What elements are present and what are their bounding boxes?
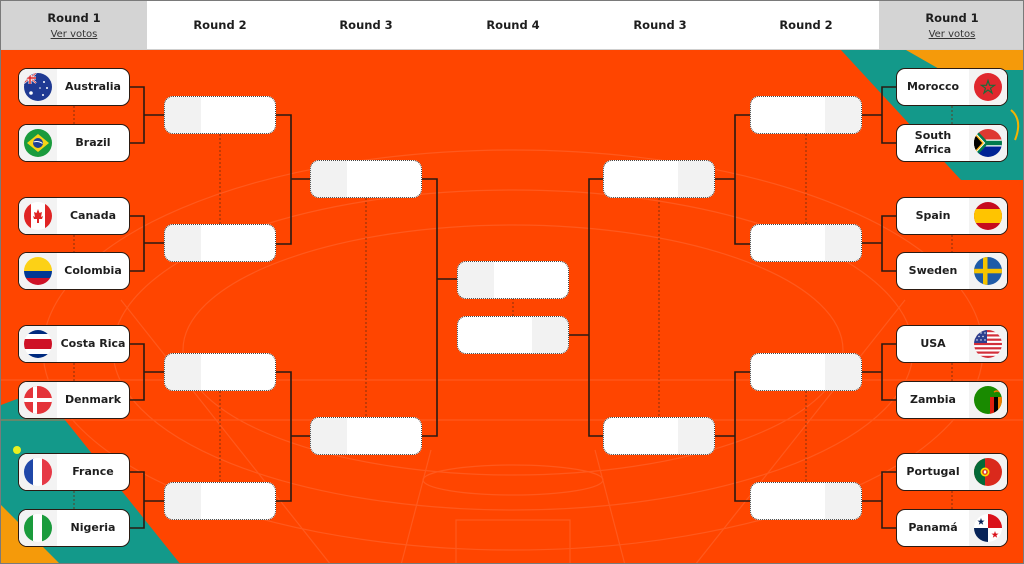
portugal-flag-icon	[974, 458, 1002, 486]
round-2-right-slot-4[interactable]	[750, 482, 862, 520]
stadium-lines	[1, 149, 1023, 563]
bracket-board: Australia Brazil Canada Colombia Costa R…	[1, 50, 1023, 563]
stadium-background	[1, 50, 1023, 563]
usa-flag-icon	[974, 330, 1002, 358]
team-card-south-africa[interactable]: South Africa	[896, 124, 1008, 162]
round-2-right-slot-1[interactable]	[750, 96, 862, 134]
round-4-slot-1[interactable]	[457, 261, 569, 299]
canada-flag-icon	[24, 202, 52, 230]
team-card-denmark[interactable]: Denmark	[18, 381, 130, 419]
france-flag-icon	[24, 458, 52, 486]
australia-flag-icon	[24, 73, 52, 101]
round-label: Round 1	[925, 10, 979, 25]
round-2-right-slot-3[interactable]	[750, 353, 862, 391]
team-name: Costa Rica	[60, 337, 126, 350]
team-name: Colombia	[64, 264, 122, 277]
header-round-3-left: Round 3	[293, 1, 439, 49]
team-card-colombia[interactable]: Colombia	[18, 252, 130, 290]
denmark-flag-icon	[24, 386, 52, 414]
round-2-left-slot-3[interactable]	[164, 353, 276, 391]
team-name: South Africa	[914, 129, 952, 156]
round-3-left-slot-1[interactable]	[310, 160, 422, 198]
team-name: Panamá	[908, 521, 958, 534]
team-name: Spain	[915, 209, 951, 222]
team-card-portugal[interactable]: Portugal	[896, 453, 1008, 491]
round-label: Round 4	[486, 18, 540, 32]
morocco-flag-icon	[974, 73, 1002, 101]
spain-flag-icon	[974, 202, 1002, 230]
nigeria-flag-icon	[24, 514, 52, 542]
round-2-left-slot-2[interactable]	[164, 224, 276, 262]
colombia-flag-icon	[24, 257, 52, 285]
team-card-costa-rica[interactable]: Costa Rica	[18, 325, 130, 363]
header-round-4: Round 4	[439, 1, 587, 49]
header-round-2-right: Round 2	[733, 1, 879, 49]
team-card-france[interactable]: France	[18, 453, 130, 491]
team-name: Brazil	[75, 136, 111, 149]
team-card-spain[interactable]: Spain	[896, 197, 1008, 235]
round-label: Round 3	[633, 18, 687, 32]
round-label: Round 2	[193, 18, 247, 32]
team-name: Morocco	[906, 80, 960, 93]
team-card-nigeria[interactable]: Nigeria	[18, 509, 130, 547]
team-name: Nigeria	[70, 521, 116, 534]
team-card-panama[interactable]: Panamá	[896, 509, 1008, 547]
round-label: Round 2	[779, 18, 833, 32]
team-card-canada[interactable]: Canada	[18, 197, 130, 235]
team-name: Sweden	[908, 264, 958, 277]
team-card-brazil[interactable]: Brazil	[18, 124, 130, 162]
costa-rica-flag-icon	[24, 330, 52, 358]
team-name: Zambia	[910, 393, 956, 406]
rounds-header: Round 1 Ver votos Round 2 Round 3 Round …	[1, 1, 1023, 50]
team-card-usa[interactable]: USA	[896, 325, 1008, 363]
team-card-morocco[interactable]: Morocco	[896, 68, 1008, 106]
round-4-slot-2[interactable]	[457, 316, 569, 354]
zambia-flag-icon	[974, 386, 1002, 414]
team-name: Canada	[69, 209, 117, 222]
round-3-right-slot-1[interactable]	[603, 160, 715, 198]
panama-flag-icon	[974, 514, 1002, 542]
round-3-right-slot-2[interactable]	[603, 417, 715, 455]
round-2-left-slot-4[interactable]	[164, 482, 276, 520]
round-3-left-slot-2[interactable]	[310, 417, 422, 455]
round-label: Round 3	[339, 18, 393, 32]
round-2-left-slot-1[interactable]	[164, 96, 276, 134]
team-name: France	[72, 465, 114, 478]
yellow-dot	[13, 446, 21, 454]
sweden-flag-icon	[974, 257, 1002, 285]
header-round-1-left: Round 1 Ver votos	[1, 1, 147, 49]
team-card-australia[interactable]: Australia	[18, 68, 130, 106]
team-card-zambia[interactable]: Zambia	[896, 381, 1008, 419]
team-name: Denmark	[64, 393, 122, 406]
round-2-right-slot-2[interactable]	[750, 224, 862, 262]
team-name: USA	[920, 337, 946, 350]
brazil-flag-icon	[24, 129, 52, 157]
header-round-2-left: Round 2	[147, 1, 293, 49]
team-card-sweden[interactable]: Sweden	[896, 252, 1008, 290]
bracket-frame: Round 1 Ver votos Round 2 Round 3 Round …	[0, 0, 1024, 564]
south-africa-flag-icon	[974, 129, 1002, 157]
header-round-3-right: Round 3	[587, 1, 733, 49]
ver-votos-link-right[interactable]: Ver votos	[929, 29, 976, 40]
team-name: Portugal	[906, 465, 960, 478]
ver-votos-link-left[interactable]: Ver votos	[51, 29, 98, 40]
team-name: Australia	[65, 80, 121, 93]
header-round-1-right: Round 1 Ver votos	[879, 1, 1023, 49]
round-label: Round 1	[47, 10, 101, 25]
